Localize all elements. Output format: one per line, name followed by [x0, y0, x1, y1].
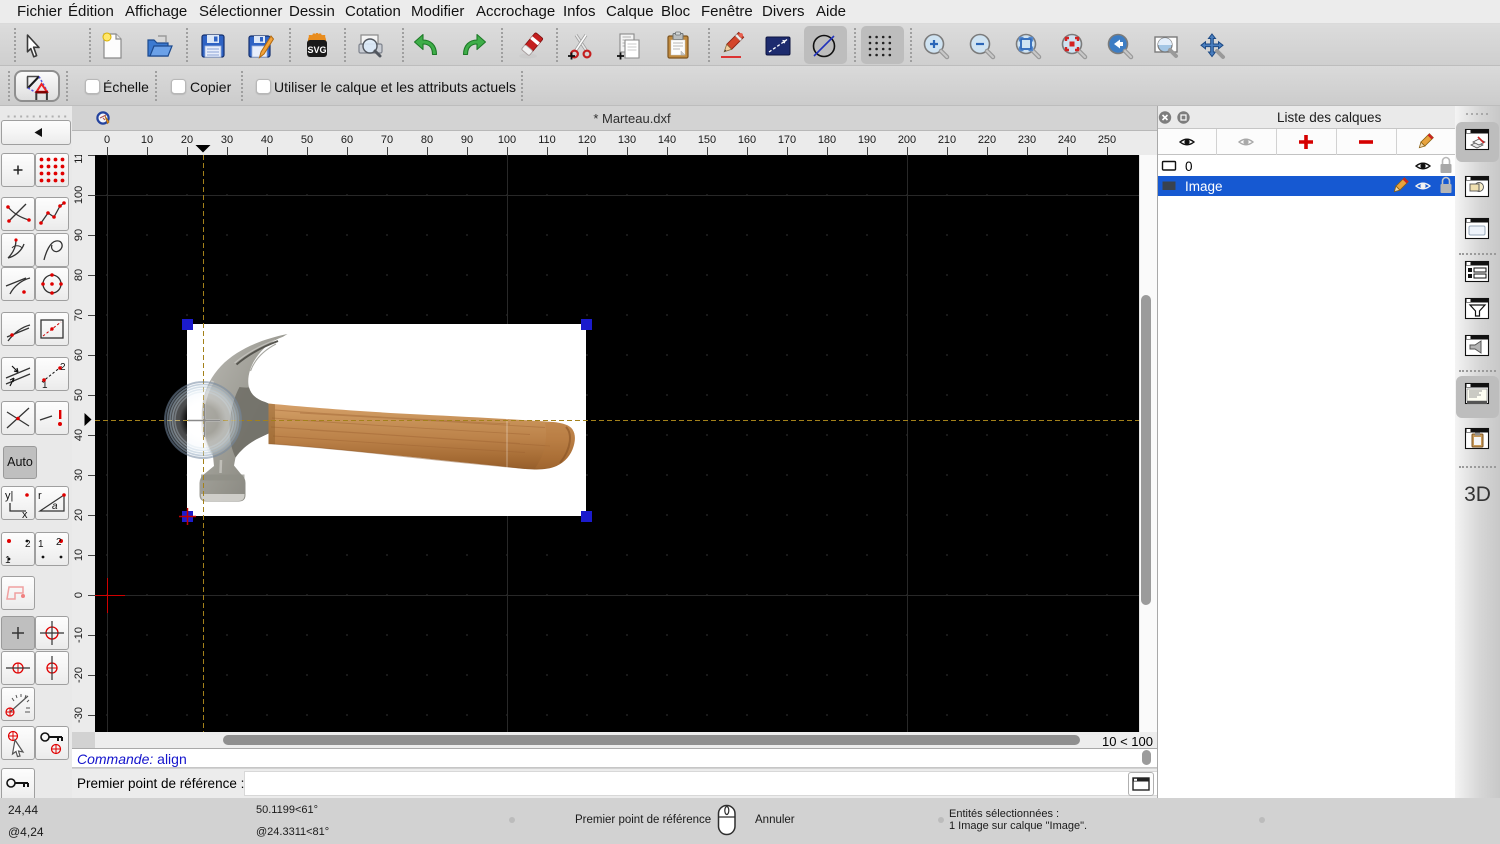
svg-text:140: 140	[658, 134, 676, 146]
svg-text:220: 220	[978, 134, 996, 146]
svg-text:130: 130	[618, 134, 636, 146]
svg-text:40: 40	[261, 134, 273, 146]
svg-text:180: 180	[818, 134, 836, 146]
svg-text:a: a	[52, 501, 58, 512]
svg-text:r: r	[38, 490, 42, 502]
svg-text:110: 110	[73, 155, 85, 164]
svg-text:0: 0	[73, 592, 85, 598]
svg-text:10: 10	[141, 134, 153, 146]
svg-text:100: 100	[498, 134, 516, 146]
svg-text:100: 100	[73, 186, 85, 204]
svg-text:210: 210	[938, 134, 956, 146]
svg-text:80: 80	[73, 269, 85, 281]
svg-text:0: 0	[104, 134, 110, 146]
svg-text:2: 2	[56, 537, 62, 548]
svg-text:200: 200	[898, 134, 916, 146]
svg-text:0: 0	[1185, 159, 1193, 174]
svg-text:y|: y|	[5, 490, 13, 502]
svg-text:30: 30	[221, 134, 233, 146]
svg-text:10: 10	[73, 549, 85, 561]
svg-text:80: 80	[421, 134, 433, 146]
svg-text:40: 40	[73, 429, 85, 441]
svg-text:70: 70	[381, 134, 393, 146]
svg-text:20: 20	[181, 134, 193, 146]
svg-text:50: 50	[301, 134, 313, 146]
svg-text:1: 1	[5, 555, 11, 565]
svg-text:240: 240	[1058, 134, 1076, 146]
svg-text:150: 150	[698, 134, 716, 146]
svg-text:-20: -20	[73, 667, 85, 683]
svg-text:70: 70	[73, 309, 85, 321]
svg-text:Image: Image	[1185, 179, 1223, 194]
svg-text:20: 20	[73, 509, 85, 521]
svg-text:170: 170	[778, 134, 796, 146]
svg-text:50: 50	[73, 389, 85, 401]
svg-text:-10: -10	[73, 627, 85, 643]
svg-text:SVG: SVG	[307, 45, 326, 55]
svg-text:60: 60	[341, 134, 353, 146]
svg-text:1: 1	[38, 539, 44, 550]
svg-text:1: 1	[42, 380, 48, 390]
svg-text:x: x	[22, 509, 28, 519]
svg-text:250: 250	[1098, 134, 1116, 146]
svg-text:30: 30	[73, 469, 85, 481]
svg-text:2: 2	[25, 539, 31, 550]
svg-text:90: 90	[461, 134, 473, 146]
svg-text:90: 90	[73, 229, 85, 241]
svg-text:160: 160	[738, 134, 756, 146]
svg-text:60: 60	[73, 349, 85, 361]
svg-text:110: 110	[538, 134, 556, 146]
svg-text:190: 190	[858, 134, 876, 146]
svg-text:120: 120	[578, 134, 596, 146]
svg-text:230: 230	[1018, 134, 1036, 146]
svg-text:-30: -30	[73, 707, 85, 723]
